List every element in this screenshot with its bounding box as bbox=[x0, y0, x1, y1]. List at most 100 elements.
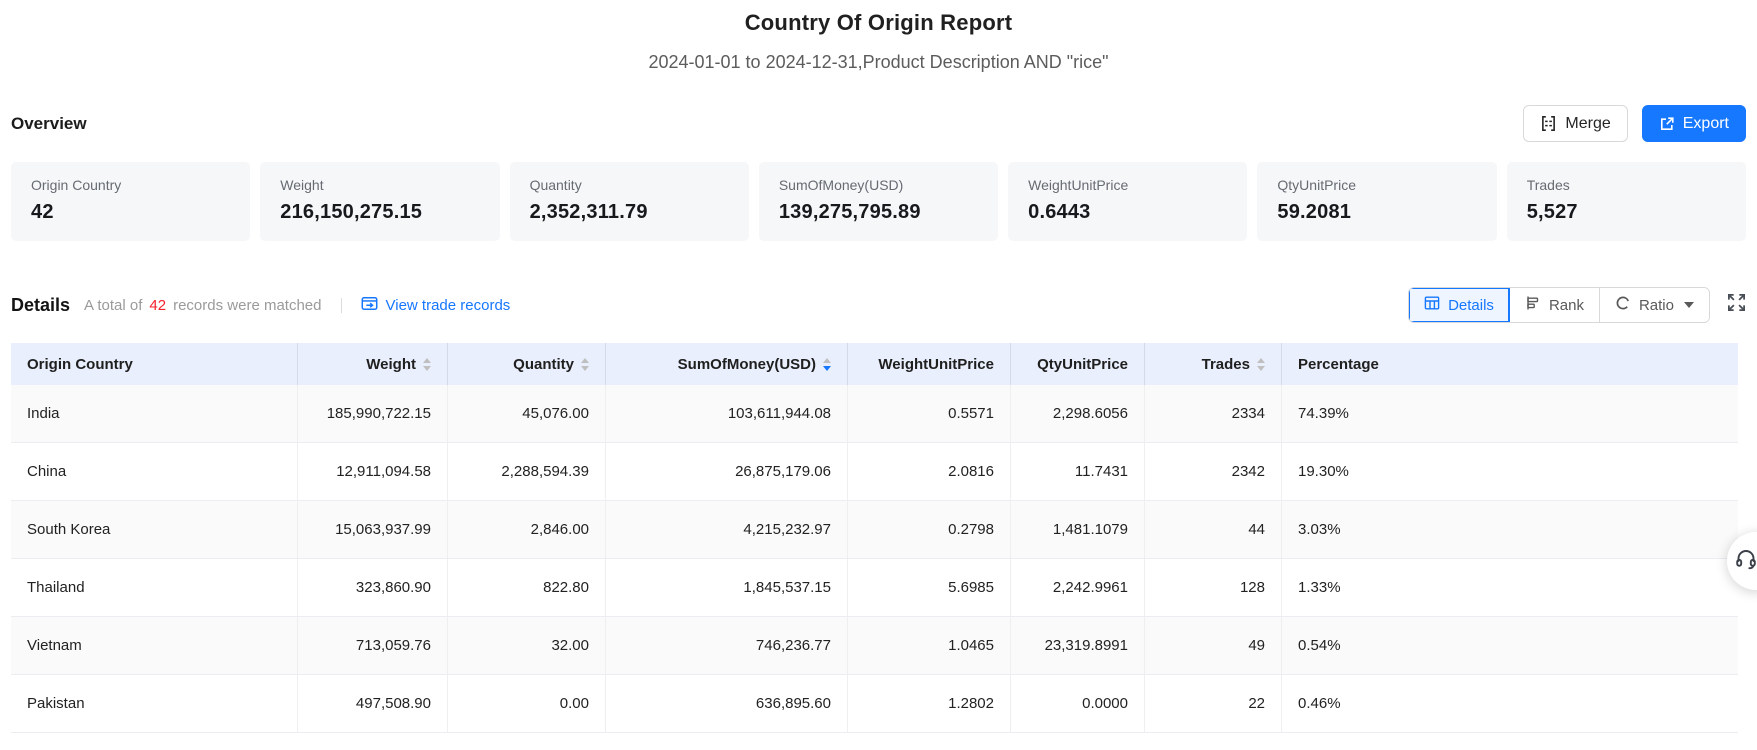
ratio-icon bbox=[1615, 295, 1631, 315]
sort-icons bbox=[423, 357, 431, 371]
cell-weight: 15,063,937.99 bbox=[298, 501, 448, 558]
view-trade-records-icon bbox=[361, 295, 378, 316]
cell-country: Thailand bbox=[11, 559, 298, 616]
cell-country: India bbox=[11, 385, 298, 442]
stat-card-trades: Trades 5,527 bbox=[1506, 162, 1746, 241]
cell-country: South Korea bbox=[11, 501, 298, 558]
cell-percentage: 1.33% bbox=[1298, 579, 1341, 596]
cell-country: China bbox=[11, 443, 298, 500]
tab-details[interactable]: Details bbox=[1409, 288, 1510, 322]
column-header-quantity[interactable]: Quantity bbox=[448, 343, 606, 385]
table-row-vietnam[interactable]: Vietnam 713,059.76 32.00 746,236.77 1.04… bbox=[11, 617, 1738, 675]
chevron-down-icon bbox=[1684, 302, 1694, 308]
cell-qty-unit-price: 2,298.6056 bbox=[1011, 385, 1145, 442]
cell-percentage: 3.03% bbox=[1298, 521, 1341, 538]
sort-icons bbox=[581, 357, 589, 371]
matched-prefix: A total of bbox=[84, 296, 143, 314]
cell-qty-unit-price: 0.0000 bbox=[1011, 675, 1145, 732]
tab-rank[interactable]: Rank bbox=[1509, 288, 1600, 322]
merge-button[interactable]: Merge bbox=[1523, 105, 1628, 142]
table-row-india[interactable]: India 185,990,722.15 45,076.00 103,611,9… bbox=[11, 385, 1738, 443]
cell-percentage: 19.30% bbox=[1298, 463, 1349, 480]
sort-icons bbox=[1257, 357, 1265, 371]
stat-value: 5,527 bbox=[1526, 201, 1578, 223]
table-row-pakistan[interactable]: Pakistan 497,508.90 0.00 636,895.60 1.28… bbox=[11, 675, 1738, 733]
cell-weight-unit-price: 0.2798 bbox=[848, 501, 1011, 558]
cell-sum-of-money: 1,845,537.15 bbox=[606, 559, 848, 616]
tab-ratio[interactable]: Ratio bbox=[1599, 288, 1709, 322]
column-header-qty-unit-price: QtyUnitPrice bbox=[1011, 343, 1145, 385]
view-trade-records-link[interactable]: View trade records bbox=[361, 295, 511, 316]
cell-quantity: 0.00 bbox=[448, 675, 606, 732]
stat-label: Origin Country bbox=[31, 177, 122, 193]
cell-trades: 2342 bbox=[1145, 443, 1282, 500]
stat-value: 216,150,275.15 bbox=[280, 201, 423, 223]
details-heading: Details bbox=[11, 294, 71, 315]
export-button-label: Export bbox=[1682, 114, 1729, 132]
stat-label: WeightUnitPrice bbox=[1028, 177, 1129, 193]
cell-weight: 713,059.76 bbox=[298, 617, 448, 674]
cell-weight: 12,911,094.58 bbox=[298, 443, 448, 500]
column-header-sum-of-money[interactable]: SumOfMoney(USD) bbox=[606, 343, 848, 385]
overview-bar: Overview Merge Export bbox=[11, 105, 1746, 142]
table-row-china[interactable]: China 12,911,094.58 2,288,594.39 26,875,… bbox=[11, 443, 1738, 501]
cell-trades: 22 bbox=[1145, 675, 1282, 732]
cell-qty-unit-price: 1,481.1079 bbox=[1011, 501, 1145, 558]
column-header-trades[interactable]: Trades bbox=[1145, 343, 1282, 385]
export-button[interactable]: Export bbox=[1641, 105, 1746, 142]
column-label: Percentage bbox=[1298, 355, 1379, 373]
stat-card-qty-unit-price: QtyUnitPrice 59.2081 bbox=[1257, 162, 1497, 241]
table-header: Origin Country Weight Quantity SumOfMone… bbox=[11, 343, 1738, 385]
divider bbox=[340, 297, 342, 313]
overview-cards: Origin Country 42 Weight 216,150,275.15 … bbox=[11, 162, 1746, 241]
column-label: WeightUnitPrice bbox=[878, 355, 994, 373]
page-title: Country Of Origin Report bbox=[744, 10, 1013, 35]
cell-trades: 128 bbox=[1145, 559, 1282, 616]
overview-heading: Overview bbox=[11, 113, 87, 133]
cell-weight-unit-price: 2.0816 bbox=[848, 443, 1011, 500]
stat-value: 139,275,795.89 bbox=[778, 201, 921, 223]
column-header-origin-country: Origin Country bbox=[11, 343, 298, 385]
fullscreen-button[interactable] bbox=[1727, 293, 1746, 317]
details-right: Details Rank Ratio bbox=[1408, 287, 1746, 323]
cell-percentage: 0.54% bbox=[1298, 637, 1341, 654]
cell-quantity: 2,846.00 bbox=[448, 501, 606, 558]
cell-weight-unit-price: 1.2802 bbox=[848, 675, 1011, 732]
overview-actions: Merge Export bbox=[1523, 105, 1746, 142]
cell-quantity: 822.80 bbox=[448, 559, 606, 616]
cell-percentage: 0.46% bbox=[1298, 695, 1341, 712]
stat-value: 0.6443 bbox=[1028, 201, 1091, 223]
cell-quantity: 32.00 bbox=[448, 617, 606, 674]
matched-summary: A total of 42 records were matched bbox=[84, 297, 321, 314]
cell-weight: 323,860.90 bbox=[298, 559, 448, 616]
export-icon bbox=[1659, 116, 1675, 132]
headset-icon bbox=[1727, 547, 1757, 576]
details-table: Origin Country Weight Quantity SumOfMone… bbox=[11, 343, 1738, 733]
cell-trades: 44 bbox=[1145, 501, 1282, 558]
sort-icons-active-desc bbox=[823, 357, 831, 371]
stat-value: 2,352,311.79 bbox=[529, 201, 648, 223]
table-row-south-korea[interactable]: South Korea 15,063,937.99 2,846.00 4,215… bbox=[11, 501, 1738, 559]
column-header-weight-unit-price: WeightUnitPrice bbox=[848, 343, 1011, 385]
page-subtitle: 2024-01-01 to 2024-12-31,Product Descrip… bbox=[648, 52, 1109, 72]
cell-weight-unit-price: 5.6985 bbox=[848, 559, 1011, 616]
cell-sum-of-money: 4,215,232.97 bbox=[606, 501, 848, 558]
column-header-weight[interactable]: Weight bbox=[298, 343, 448, 385]
tab-rank-label: Rank bbox=[1548, 296, 1584, 314]
cell-sum-of-money: 746,236.77 bbox=[606, 617, 848, 674]
tab-details-label: Details bbox=[1448, 296, 1494, 314]
cell-weight: 185,990,722.15 bbox=[298, 385, 448, 442]
cell-weight-unit-price: 1.0465 bbox=[848, 617, 1011, 674]
cell-qty-unit-price: 23,319.8991 bbox=[1011, 617, 1145, 674]
cell-trades: 2334 bbox=[1145, 385, 1282, 442]
table-row-thailand[interactable]: Thailand 323,860.90 822.80 1,845,537.15 … bbox=[11, 559, 1738, 617]
merge-icon bbox=[1540, 115, 1557, 132]
matched-count: 42 bbox=[149, 296, 167, 314]
column-label: Weight bbox=[366, 355, 416, 373]
view-trade-records-label: View trade records bbox=[385, 296, 511, 314]
column-label: SumOfMoney(USD) bbox=[677, 355, 816, 373]
cell-country: Pakistan bbox=[11, 675, 298, 732]
table-grid-icon bbox=[1424, 295, 1440, 315]
report-page: Country Of Origin Report 2024-01-01 to 2… bbox=[0, 0, 1757, 733]
cell-sum-of-money: 103,611,944.08 bbox=[606, 385, 848, 442]
